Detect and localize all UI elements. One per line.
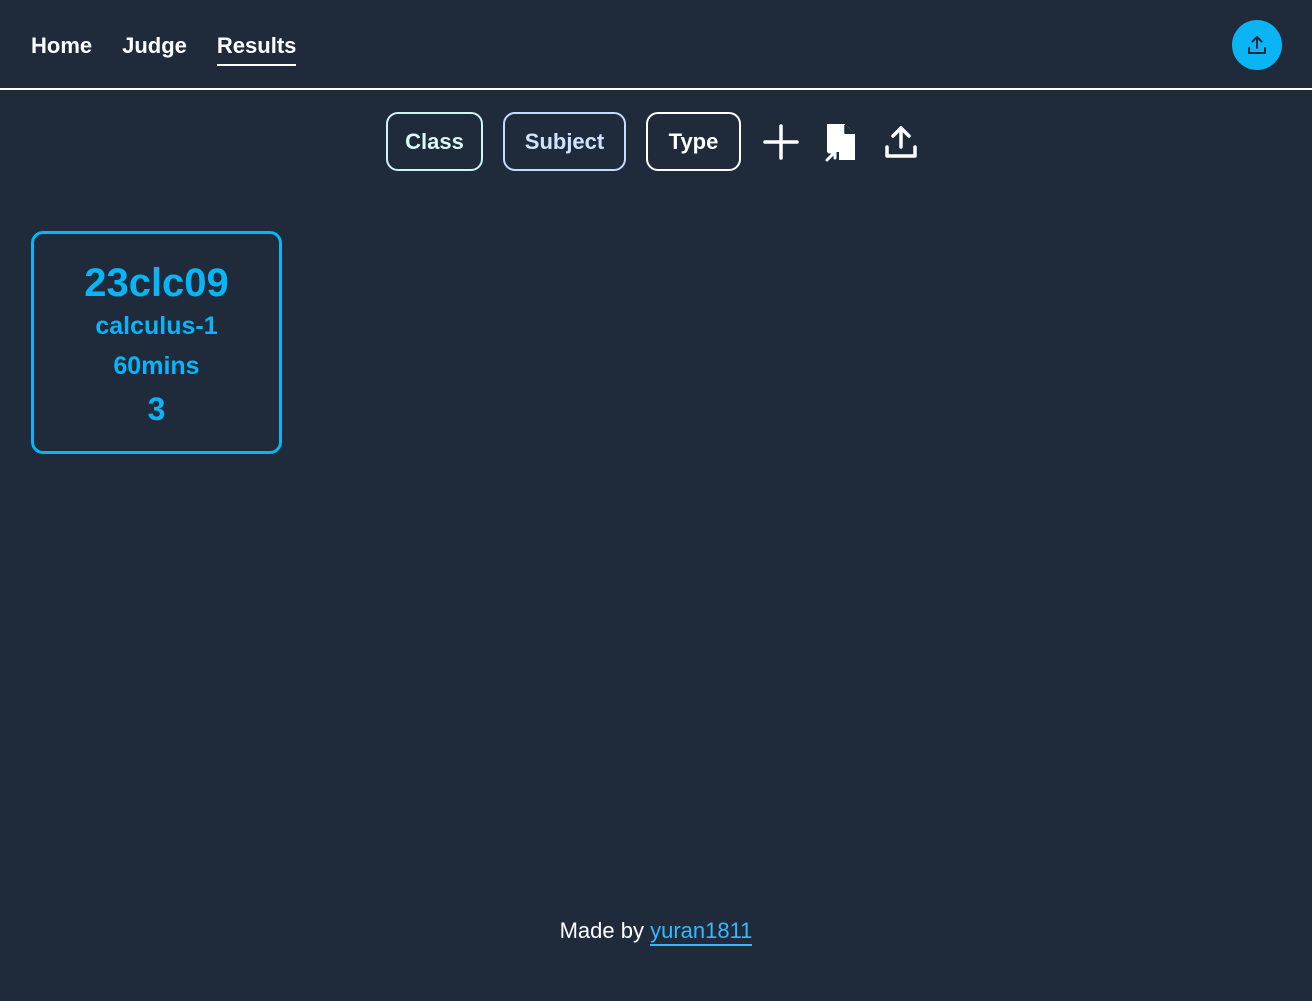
top-navbar: Home Judge Results xyxy=(0,0,1312,90)
file-export-icon xyxy=(825,123,855,161)
footer-prefix: Made by xyxy=(559,918,644,943)
import-button[interactable] xyxy=(881,122,921,162)
class-filter-button[interactable]: Class xyxy=(386,112,483,171)
nav-home[interactable]: Home xyxy=(31,30,92,66)
nav-judge[interactable]: Judge xyxy=(122,30,187,66)
header-upload-button[interactable] xyxy=(1232,20,1282,70)
add-button[interactable] xyxy=(761,122,801,162)
type-filter-button[interactable]: Type xyxy=(646,112,741,171)
export-file-button[interactable] xyxy=(821,122,861,162)
footer: Made by yuran1811 xyxy=(0,916,1312,946)
main-nav: Home Judge Results xyxy=(31,30,297,66)
subject-filter-button[interactable]: Subject xyxy=(503,112,626,171)
author-link[interactable]: yuran1811 xyxy=(650,918,753,946)
upload-icon xyxy=(1248,36,1266,54)
nav-results[interactable]: Results xyxy=(216,30,297,66)
card-duration: 60mins xyxy=(113,352,200,380)
card-count: 3 xyxy=(147,391,166,427)
filter-toolbar: Class Subject Type xyxy=(386,112,921,171)
card-class: 23clc09 xyxy=(84,261,229,305)
card-subject: calculus-1 xyxy=(95,312,218,340)
result-card[interactable]: 23clc09 calculus-1 60mins 3 xyxy=(31,231,282,454)
upload-icon xyxy=(885,125,917,158)
plus-icon xyxy=(763,123,799,160)
